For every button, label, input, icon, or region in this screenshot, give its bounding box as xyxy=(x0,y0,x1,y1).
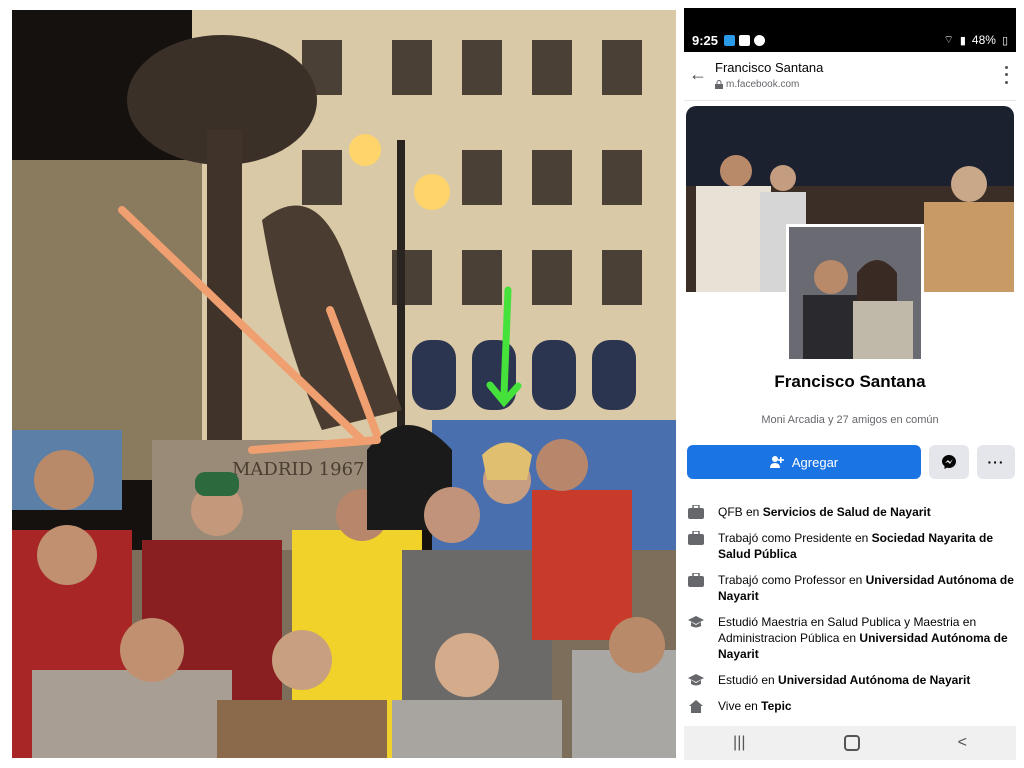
info-text: Estudió en xyxy=(718,673,779,687)
info-text: Trabajó como Presidente en xyxy=(718,531,872,545)
info-item-education: Estudió en Universidad Autónoma de Nayar… xyxy=(688,672,1014,688)
browser-header: ← Francisco Santana m.facebook.com xyxy=(684,52,1016,101)
briefcase-icon xyxy=(688,505,704,519)
mutual-friends[interactable]: Moni Arcadia y 27 amigos en común xyxy=(684,414,1016,426)
header-url: m.facebook.com xyxy=(726,79,800,90)
graduation-cap-icon xyxy=(688,616,704,628)
app-icon xyxy=(724,34,736,46)
info-item-work: Trabajó como Professor en Universidad Au… xyxy=(688,572,1014,604)
message-button[interactable] xyxy=(929,445,969,479)
add-friend-label: Agregar xyxy=(791,454,839,470)
header-title: Francisco Santana xyxy=(715,60,824,75)
messenger-notification-icon xyxy=(754,34,766,46)
info-text: QFB en xyxy=(718,505,763,519)
android-nav-bar: ||| < xyxy=(684,726,1016,760)
battery-level: 48% xyxy=(971,33,996,47)
more-options-button[interactable]: ··· xyxy=(977,445,1015,479)
phone-screenshot: 9:25 ⌔ ▮ 48% ▯ ← Francisco Santana m.fac… xyxy=(684,8,1016,760)
messenger-icon xyxy=(942,455,956,469)
status-time: 9:25 xyxy=(692,32,719,48)
add-friend-button[interactable]: Agregar xyxy=(687,445,921,479)
profile-name: Francisco Santana xyxy=(774,372,926,391)
back-arrow-icon[interactable]: ← xyxy=(688,64,708,84)
statue-plaque: MADRID 1967 xyxy=(232,459,365,480)
back-nav-icon[interactable]: < xyxy=(958,734,967,752)
info-link[interactable]: Universidad Autónoma de Nayarit xyxy=(778,673,970,687)
briefcase-icon xyxy=(688,531,704,545)
info-item-work: QFB en Servicios de Salud de Nayarit xyxy=(688,504,1014,520)
group-photo: MADRID 1967 xyxy=(12,10,676,758)
gallery-icon xyxy=(739,34,751,46)
info-item-residence: Vive en Tepic xyxy=(688,698,1014,714)
info-link[interactable]: Servicios de Salud de Nayarit xyxy=(763,505,931,519)
graduation-cap-icon xyxy=(688,674,704,686)
info-link[interactable]: Tepic xyxy=(761,699,791,713)
profile-details: QFB en Servicios de Salud de Nayarit Tra… xyxy=(688,504,1014,714)
info-item-work: Trabajó como Presidente en Sociedad Naya… xyxy=(688,530,1014,562)
info-text: Vive en xyxy=(718,699,762,713)
signal-icon: ▮ xyxy=(959,34,966,47)
home-nav-icon[interactable] xyxy=(843,735,860,751)
profile-picture[interactable] xyxy=(786,224,924,362)
wifi-icon: ⌔ xyxy=(943,34,954,46)
home-icon xyxy=(689,700,703,713)
lock-icon xyxy=(715,80,723,89)
status-bar: 9:25 ⌔ ▮ 48% ▯ xyxy=(684,28,1016,52)
briefcase-icon xyxy=(688,573,704,587)
kebab-menu-icon[interactable] xyxy=(1000,64,1012,86)
notification-strip xyxy=(684,8,1016,28)
add-user-icon xyxy=(769,456,784,468)
info-text: Trabajó como Professor en xyxy=(718,573,866,587)
info-item-education: Estudió Maestria en Salud Publica y Maes… xyxy=(688,614,1014,662)
recent-apps-icon[interactable]: ||| xyxy=(733,734,745,752)
battery-icon: ▯ xyxy=(1001,34,1008,47)
notification-icons xyxy=(724,34,766,46)
